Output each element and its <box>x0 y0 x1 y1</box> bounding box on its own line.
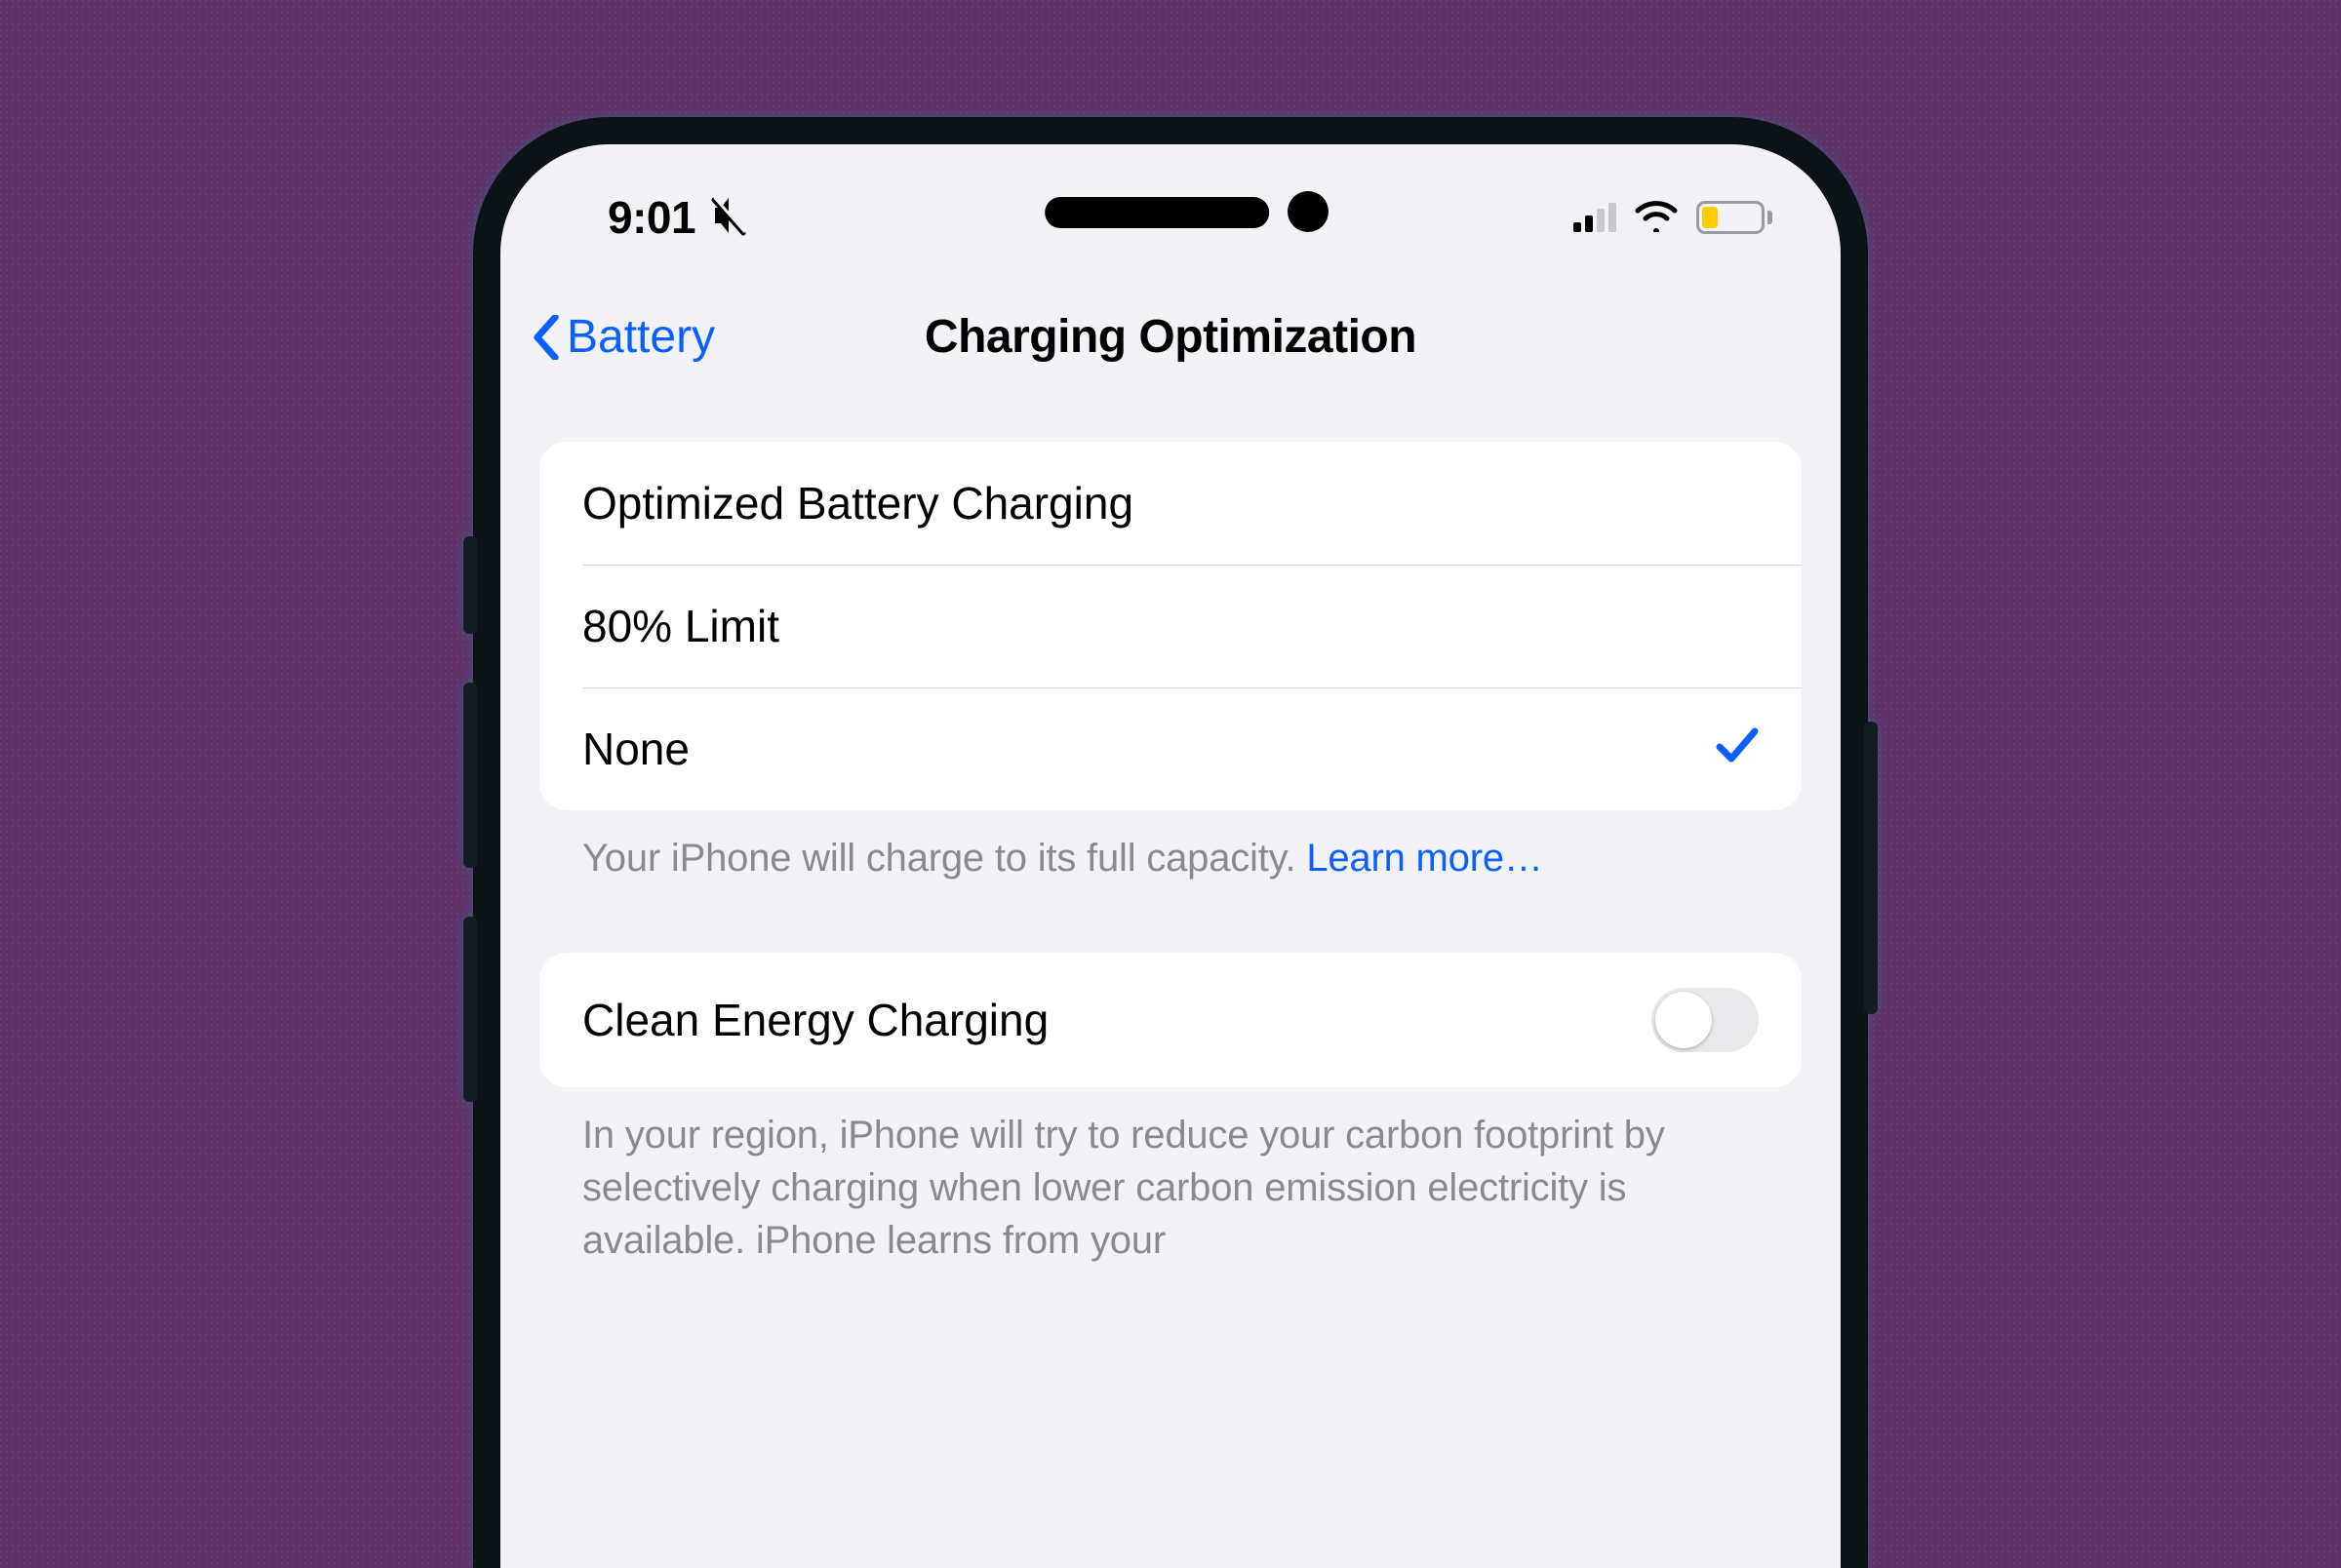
checkmark-icon <box>1716 723 1759 775</box>
silent-mode-icon <box>709 194 748 242</box>
side-button-power <box>1864 722 1878 1014</box>
charging-options-group: Optimized Battery Charging 80% Limit Non… <box>539 442 1802 810</box>
learn-more-link[interactable]: Learn more… <box>1306 837 1542 880</box>
clean-energy-toggle[interactable] <box>1651 988 1759 1052</box>
back-button[interactable]: Battery <box>530 310 715 364</box>
wifi-icon <box>1634 199 1679 237</box>
option-optimized-battery-charging[interactable]: Optimized Battery Charging <box>539 442 1802 565</box>
dynamic-island <box>1045 197 1269 228</box>
battery-icon <box>1696 201 1772 234</box>
side-button-volume-down <box>463 917 477 1102</box>
clean-energy-label: Clean Energy Charging <box>582 994 1049 1046</box>
phone-frame: 9:01 <box>473 117 1868 1568</box>
option-label: 80% Limit <box>582 600 779 652</box>
screen: 9:01 <box>500 144 1841 1568</box>
options-footer: Your iPhone will charge to its full capa… <box>539 810 1802 884</box>
side-button-silent <box>463 536 477 634</box>
cellular-signal-icon <box>1573 203 1616 232</box>
side-button-volume-up <box>463 683 477 868</box>
option-label: None <box>582 723 690 775</box>
front-camera <box>1288 191 1329 232</box>
status-time: 9:01 <box>608 191 695 244</box>
clean-energy-charging-row[interactable]: Clean Energy Charging <box>539 953 1802 1087</box>
option-none[interactable]: None <box>539 687 1802 810</box>
options-footer-text: Your iPhone will charge to its full capa… <box>582 837 1306 880</box>
clean-energy-footer-text: In your region, iPhone will try to reduc… <box>582 1114 1665 1262</box>
clean-energy-group: Clean Energy Charging <box>539 953 1802 1087</box>
chevron-left-icon <box>530 315 563 360</box>
option-80-percent-limit[interactable]: 80% Limit <box>539 565 1802 687</box>
back-label: Battery <box>567 310 715 364</box>
option-label: Optimized Battery Charging <box>582 477 1133 529</box>
nav-bar: Battery Charging Optimization <box>500 252 1841 403</box>
clean-energy-footer: In your region, iPhone will try to reduc… <box>539 1087 1802 1267</box>
